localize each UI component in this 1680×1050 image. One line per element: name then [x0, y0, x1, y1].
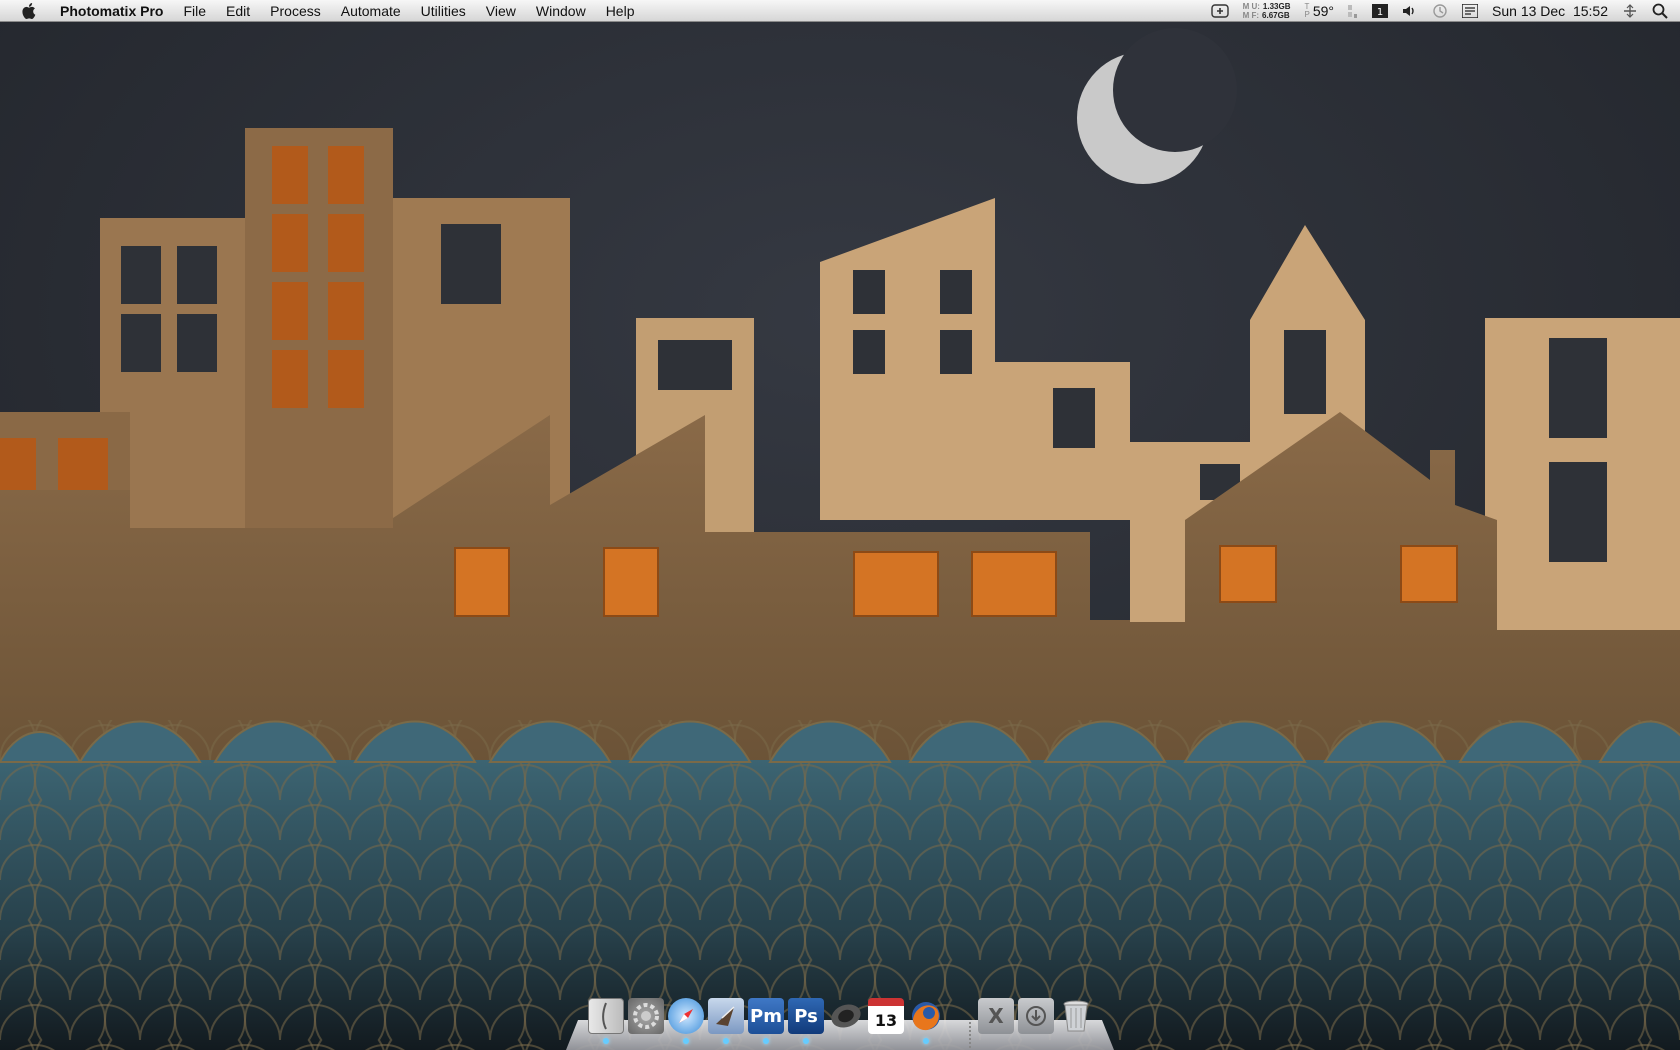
photoshop-icon[interactable]: Ps	[788, 998, 824, 1034]
trash-icon[interactable]	[1058, 998, 1094, 1034]
time-machine-icon[interactable]	[1425, 0, 1455, 22]
menu-process[interactable]: Process	[260, 0, 331, 22]
apple-menu-icon[interactable]	[0, 2, 50, 19]
menu-help[interactable]: Help	[596, 0, 645, 22]
firefox-icon[interactable]	[908, 998, 944, 1034]
running-indicator	[603, 1038, 609, 1044]
photomatix-icon[interactable]: Pm	[748, 998, 784, 1034]
mail-icon[interactable]	[708, 998, 744, 1034]
desktop-wallpaper	[0, 0, 1680, 1050]
volume-icon[interactable]	[1395, 0, 1425, 22]
applications-folder-icon[interactable]: X	[978, 998, 1014, 1034]
calendar-icon[interactable]: 13	[868, 998, 904, 1034]
running-indicator	[803, 1038, 809, 1044]
temperature-monitor[interactable]: T P 59°	[1298, 0, 1342, 22]
disk-activity-icon[interactable]	[1341, 0, 1365, 22]
running-indicator	[723, 1038, 729, 1044]
memory-monitor[interactable]: M U: 1.33GB M F: 6.67GB	[1236, 0, 1298, 22]
spaces-icon[interactable]: 1	[1365, 0, 1395, 22]
menu-file[interactable]: File	[173, 0, 216, 22]
clock[interactable]: Sun 13 Dec 15:52	[1485, 0, 1615, 22]
safari-icon[interactable]	[668, 998, 704, 1034]
system-preferences-icon[interactable]	[628, 998, 664, 1034]
add-status-icon[interactable]	[1204, 0, 1236, 22]
menu-view[interactable]: View	[476, 0, 526, 22]
running-indicator	[923, 1038, 929, 1044]
finder-icon[interactable]	[588, 998, 624, 1034]
downloads-folder-icon[interactable]	[1018, 998, 1054, 1034]
spotlight-search-icon[interactable]	[1645, 0, 1680, 22]
menu-window[interactable]: Window	[526, 0, 596, 22]
menu-edit[interactable]: Edit	[216, 0, 260, 22]
app-menu[interactable]: Photomatix Pro	[50, 0, 173, 22]
network-icon[interactable]	[1615, 0, 1645, 22]
menu-bar: Photomatix Pro File Edit Process Automat…	[0, 0, 1680, 22]
menu-automate[interactable]: Automate	[331, 0, 411, 22]
running-indicator	[763, 1038, 769, 1044]
screen-display-icon[interactable]	[1455, 0, 1485, 22]
dock-separator	[969, 1022, 971, 1048]
menu-utilities[interactable]: Utilities	[411, 0, 476, 22]
dock: Pm Ps 13 X	[566, 998, 1114, 1050]
svg-text:1: 1	[1377, 7, 1383, 18]
running-indicator	[683, 1038, 689, 1044]
speaker-icon[interactable]	[828, 998, 864, 1034]
